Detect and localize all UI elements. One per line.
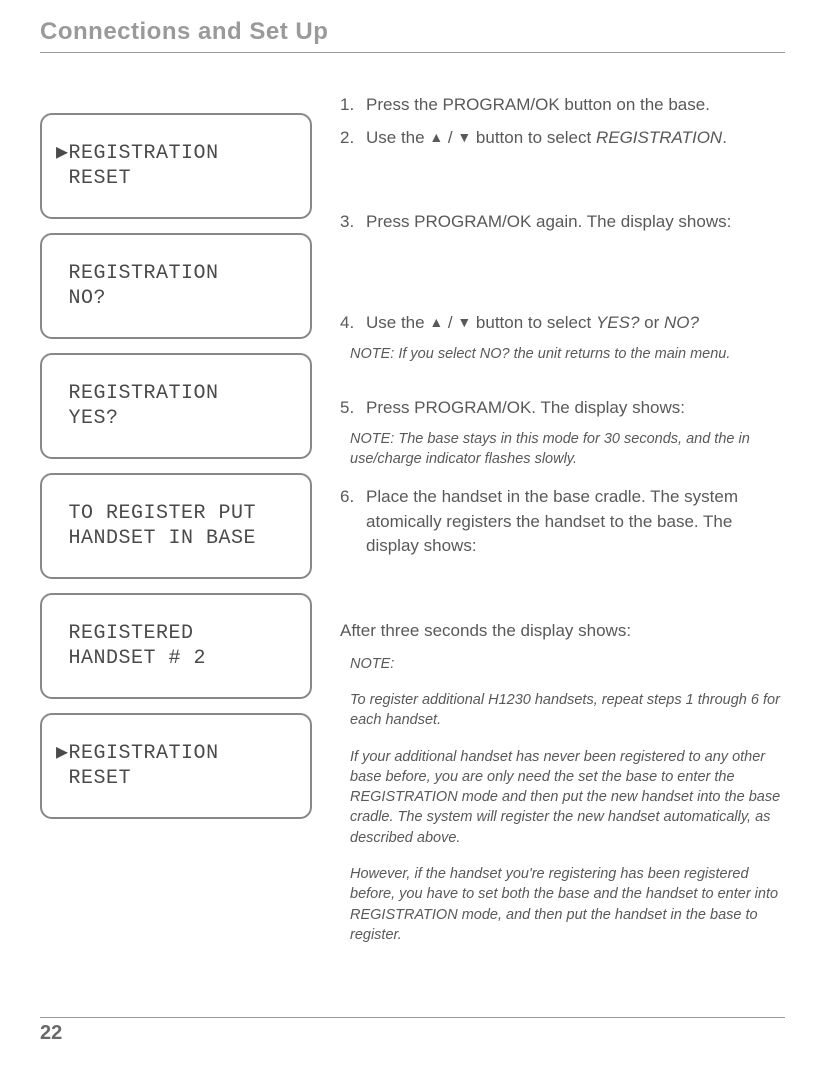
- page-number: 22: [40, 1022, 785, 1045]
- step-text: Press PROGRAM/OK. The display shows:: [366, 396, 785, 421]
- steps-list: 5. Press PROGRAM/OK. The display shows:: [340, 396, 785, 421]
- spacer: [340, 380, 785, 396]
- step-text: Press PROGRAM/OK again. The display show…: [366, 210, 785, 235]
- spacer: [340, 567, 785, 597]
- step-6: 6. Place the handset in the base cradle.…: [340, 485, 785, 559]
- body-columns: ▶REGISTRATION RESET REGISTRATION NO? REG…: [40, 93, 785, 961]
- step-number: 1.: [340, 93, 366, 118]
- down-arrow-icon: ▼: [457, 314, 471, 330]
- lcd-box-6: ▶REGISTRATION RESET: [40, 713, 312, 819]
- note-label: NOTE:: [350, 654, 785, 674]
- step-text: Press the PROGRAM/OK button on the base.: [366, 93, 785, 118]
- italic-text: YES?: [596, 313, 639, 332]
- note-paragraph: However, if the handset you're registeri…: [350, 864, 785, 945]
- lcd-line: RESET: [56, 767, 131, 790]
- lcd-line: NO?: [56, 287, 106, 310]
- lcd-column: ▶REGISTRATION RESET REGISTRATION NO? REG…: [40, 93, 312, 961]
- text-fragment: /: [443, 313, 457, 332]
- step-number: 6.: [340, 485, 366, 559]
- step-2: 2. Use the ▲ / ▼ button to select REGIST…: [340, 126, 785, 151]
- lcd-line: ▶REGISTRATION: [56, 142, 219, 165]
- lcd-box-3: REGISTRATION YES?: [40, 353, 312, 459]
- lcd-line: TO REGISTER PUT: [56, 502, 256, 525]
- text-fragment: button to select: [471, 128, 596, 147]
- paragraph: After three seconds the display shows:: [340, 619, 785, 644]
- lcd-line: RESET: [56, 167, 131, 190]
- step-5: 5. Press PROGRAM/OK. The display shows:: [340, 396, 785, 421]
- lcd-line: REGISTRATION: [56, 382, 219, 405]
- page: Connections and Set Up ▶REGISTRATION RES…: [0, 0, 825, 1073]
- spacer: [340, 243, 785, 295]
- footer: 22: [40, 1017, 785, 1045]
- text-fragment: button to select: [471, 313, 596, 332]
- step-text: Use the ▲ / ▼ button to select REGISTRAT…: [366, 126, 785, 151]
- step-text: Use the ▲ / ▼ button to select YES? or N…: [366, 311, 785, 336]
- note-paragraph: If your additional handset has never bee…: [350, 747, 785, 848]
- steps-list: 6. Place the handset in the base cradle.…: [340, 485, 785, 559]
- steps-list: 1. Press the PROGRAM/OK button on the ba…: [340, 93, 785, 150]
- lcd-line: YES?: [56, 407, 119, 430]
- spacer: [340, 597, 785, 613]
- italic-text: NO?: [664, 313, 699, 332]
- step-text: Place the handset in the base cradle. Th…: [366, 485, 785, 559]
- text-fragment: Use the: [366, 128, 429, 147]
- up-arrow-icon: ▲: [429, 314, 443, 330]
- step-number: 2.: [340, 126, 366, 151]
- lcd-line: HANDSET # 2: [56, 647, 206, 670]
- lcd-line: ▶REGISTRATION: [56, 742, 219, 765]
- italic-text: REGISTRATION: [596, 128, 722, 147]
- note-text: NOTE: The base stays in this mode for 30…: [350, 429, 785, 470]
- note-paragraph: To register additional H1230 handsets, r…: [350, 690, 785, 731]
- text-fragment: .: [722, 128, 727, 147]
- up-arrow-icon: ▲: [429, 129, 443, 145]
- steps-list: 3. Press PROGRAM/OK again. The display s…: [340, 210, 785, 235]
- lcd-line: REGISTRATION: [56, 262, 219, 285]
- lcd-box-5: REGISTERED HANDSET # 2: [40, 593, 312, 699]
- lcd-line: REGISTERED: [56, 622, 194, 645]
- text-fragment: Use the: [366, 313, 429, 332]
- down-arrow-icon: ▼: [457, 129, 471, 145]
- note-text: NOTE: If you select NO? the unit returns…: [350, 344, 785, 364]
- lcd-box-1: ▶REGISTRATION RESET: [40, 113, 312, 219]
- text-fragment: /: [443, 128, 457, 147]
- spacer: [340, 158, 785, 210]
- page-title: Connections and Set Up: [40, 18, 785, 46]
- step-3: 3. Press PROGRAM/OK again. The display s…: [340, 210, 785, 235]
- step-number: 5.: [340, 396, 366, 421]
- steps-list: 4. Use the ▲ / ▼ button to select YES? o…: [340, 311, 785, 336]
- step-number: 4.: [340, 311, 366, 336]
- text-fragment: or: [639, 313, 664, 332]
- step-4: 4. Use the ▲ / ▼ button to select YES? o…: [340, 311, 785, 336]
- lcd-box-2: REGISTRATION NO?: [40, 233, 312, 339]
- spacer: [340, 295, 785, 311]
- lcd-line: HANDSET IN BASE: [56, 527, 256, 550]
- lcd-box-4: TO REGISTER PUT HANDSET IN BASE: [40, 473, 312, 579]
- step-number: 3.: [340, 210, 366, 235]
- step-1: 1. Press the PROGRAM/OK button on the ba…: [340, 93, 785, 118]
- header-bar: Connections and Set Up: [40, 18, 785, 53]
- text-column: 1. Press the PROGRAM/OK button on the ba…: [340, 93, 785, 961]
